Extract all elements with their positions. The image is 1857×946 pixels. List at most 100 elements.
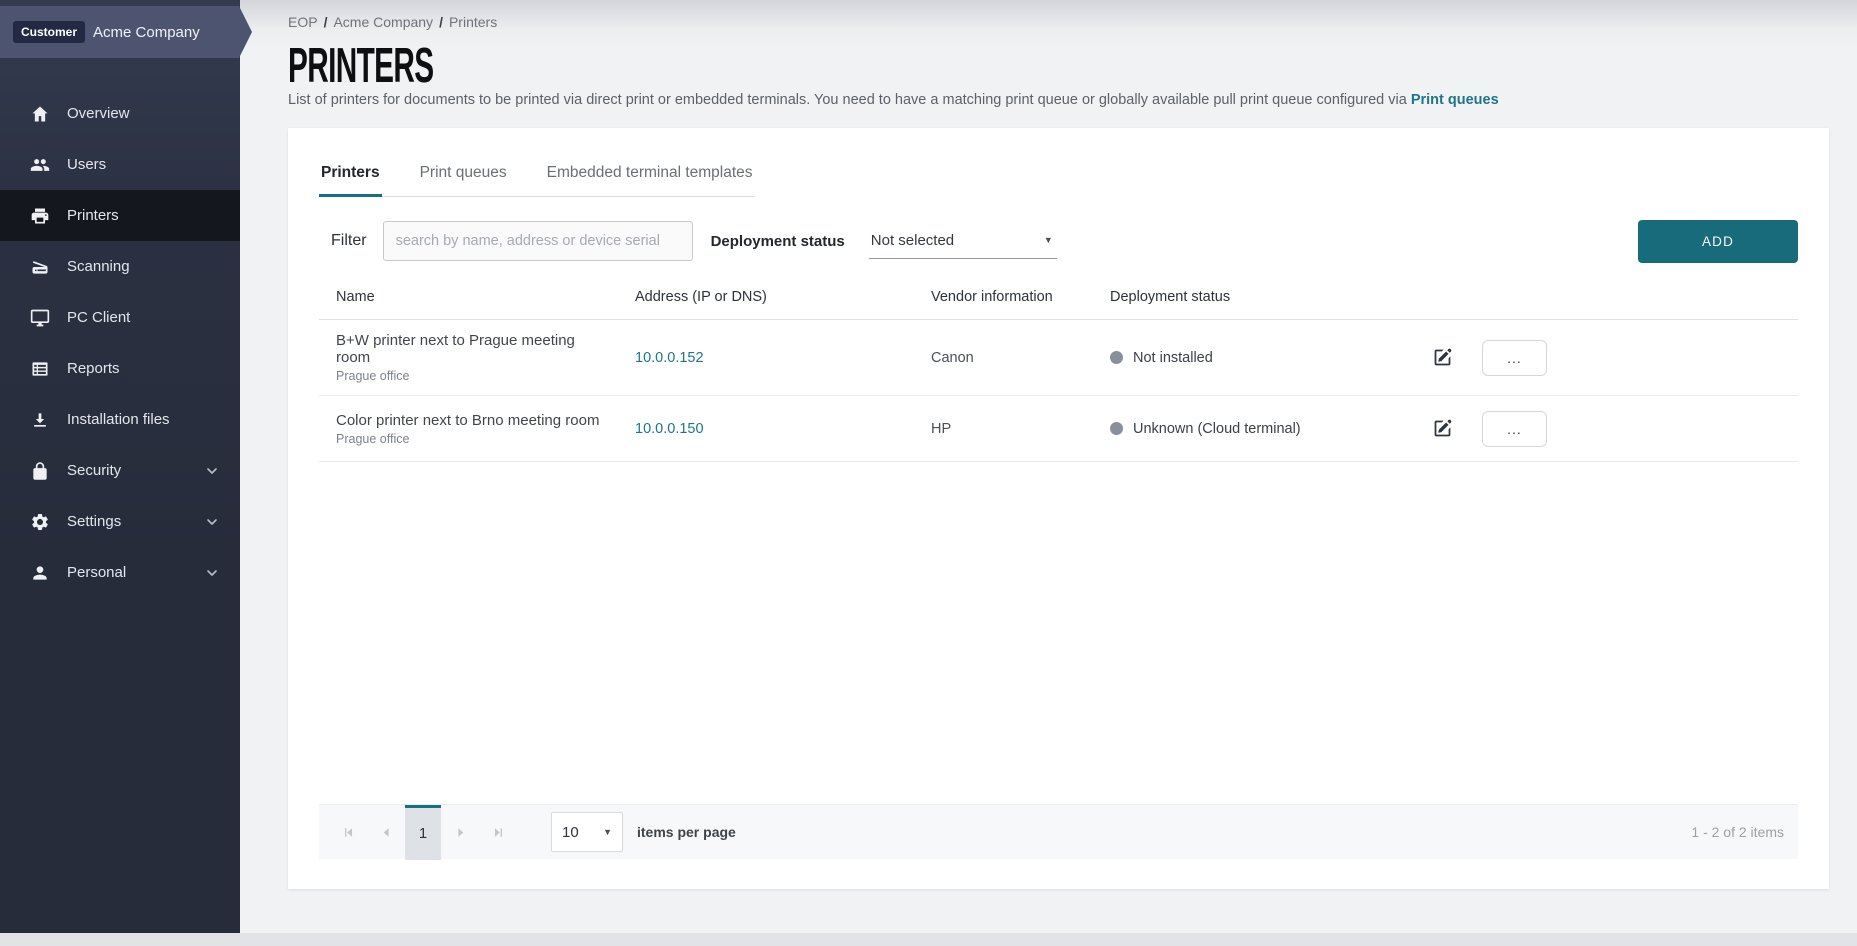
printer-location: Prague office	[336, 369, 610, 383]
tab-embedded-terminal-templates[interactable]: Embedded terminal templates	[545, 154, 755, 197]
sidebar-item-label: PC Client	[67, 309, 130, 326]
deployment-status-label: Deployment status	[711, 233, 845, 250]
gear-icon	[30, 512, 50, 532]
caret-down-icon: ▼	[1044, 235, 1053, 245]
breadcrumb-item-acme-company[interactable]: Acme Company	[333, 14, 433, 30]
deployment-status-value: Not installed	[1133, 350, 1213, 366]
first-page-icon	[340, 824, 357, 841]
sidebar-nav: Overview Users Printers Scanning PC Client Re…	[0, 88, 240, 598]
status-dot-icon	[1110, 422, 1123, 435]
caret-down-icon: ▼	[603, 827, 612, 837]
monitor-icon	[30, 308, 50, 328]
sidebar-item-printers[interactable]: Printers	[0, 190, 240, 241]
table-header-row: NameAddress (IP or DNS)Vendor informatio…	[319, 277, 1798, 320]
add-button[interactable]: ADD	[1638, 220, 1798, 263]
printer-vendor: Canon	[931, 350, 974, 366]
printers-table: NameAddress (IP or DNS)Vendor informatio…	[319, 277, 1798, 462]
page-size-value: 10	[562, 824, 579, 841]
edit-icon	[1432, 418, 1454, 439]
main-content: EOP / Acme Company / Printers PRINTERS List …	[240, 0, 1857, 933]
printer-address-link[interactable]: 10.0.0.150	[635, 421, 704, 437]
sidebar-item-installation-files[interactable]: Installation files	[0, 394, 240, 445]
deployment-status-select[interactable]: Not selected ▼	[869, 224, 1057, 259]
column-header-deployment-status: Deployment status	[1093, 277, 1415, 320]
chevron-down-icon	[204, 514, 220, 530]
row-menu-button[interactable]: ...	[1482, 411, 1547, 447]
status-dot-icon	[1110, 351, 1123, 364]
print-queues-link[interactable]: Print queues	[1411, 92, 1499, 108]
users-icon	[30, 155, 50, 175]
breadcrumb-separator: /	[439, 14, 443, 30]
breadcrumb-separator: /	[324, 14, 328, 30]
sidebar-item-overview[interactable]: Overview	[0, 88, 240, 139]
breadcrumb-item-eop[interactable]: EOP	[288, 14, 318, 30]
page-size-select[interactable]: 10 ▼	[551, 812, 623, 852]
search-input[interactable]	[383, 221, 693, 261]
scanner-icon	[30, 257, 50, 277]
reports-icon	[30, 359, 50, 379]
current-page-button[interactable]: 1	[405, 805, 441, 860]
lock-icon	[30, 461, 50, 481]
sidebar-item-label: Overview	[67, 105, 130, 122]
sidebar: Customer Acme Company OverviewUsersPrint…	[0, 0, 240, 946]
filter-row: Filter Deployment status Not selected ▼ …	[319, 219, 1798, 263]
chevron-down-icon	[204, 565, 220, 581]
pagination-range: 1 - 2 of 2 items	[1691, 824, 1784, 840]
sidebar-item-label: Printers	[67, 207, 119, 224]
sidebar-item-security[interactable]: Security	[0, 445, 240, 496]
printer-vendor: HP	[931, 421, 951, 437]
table-row: B+W printer next to Prague meeting roomP…	[319, 320, 1798, 396]
edit-printer-button[interactable]	[1432, 418, 1454, 440]
next-page-icon	[452, 824, 469, 841]
filter-label: Filter	[331, 232, 367, 250]
sidebar-item-label: Users	[67, 156, 106, 173]
first-page-button[interactable]	[329, 805, 367, 860]
printer-address-link[interactable]: 10.0.0.152	[635, 350, 704, 366]
breadcrumb: EOP / Acme Company / Printers	[288, 14, 1829, 30]
sidebar-item-personal[interactable]: Personal	[0, 547, 240, 598]
tab-printers[interactable]: Printers	[319, 154, 382, 197]
customer-ribbon: Customer Acme Company	[0, 6, 252, 58]
previous-page-icon	[378, 824, 395, 841]
edit-icon	[1432, 347, 1454, 368]
sidebar-item-settings[interactable]: Settings	[0, 496, 240, 547]
previous-page-button[interactable]	[367, 805, 405, 860]
chevron-down-icon	[204, 463, 220, 479]
deployment-status-value: Unknown (Cloud terminal)	[1133, 421, 1301, 437]
items-per-page-label: items per page	[637, 824, 736, 840]
app-window: Customer Acme Company Overview Users Print…	[0, 0, 1857, 946]
printer-icon	[30, 206, 50, 226]
sidebar-item-label: Scanning	[67, 258, 130, 275]
sidebar-item-label: Reports	[67, 360, 120, 377]
printer-location: Prague office	[336, 432, 610, 446]
tab-bar: Printers Print queues Embedded terminal te…	[319, 154, 755, 197]
bottom-strip	[0, 933, 1857, 946]
page-title: PRINTERS	[288, 38, 1829, 82]
sidebar-item-label: Installation files	[67, 411, 170, 428]
page-description-text: List of printers for documents to be pri…	[288, 92, 1411, 108]
tab-print-queues[interactable]: Print queues	[418, 154, 509, 197]
column-header-actions	[1415, 277, 1798, 320]
last-page-button[interactable]	[479, 805, 517, 860]
sidebar-item-label: Security	[67, 462, 121, 479]
person-icon	[30, 563, 50, 583]
breadcrumb-item-printers: Printers	[449, 14, 497, 30]
row-menu-button[interactable]: ...	[1482, 340, 1547, 376]
sidebar-item-label: Settings	[67, 513, 121, 530]
last-page-icon	[490, 824, 507, 841]
table-row: Color printer next to Brno meeting room P…	[319, 396, 1798, 462]
deployment-status-value: Not selected	[871, 232, 954, 249]
home-icon	[30, 104, 50, 124]
pagination-bar: 1 10 ▼ items per page 1 - 2 of 2 items	[319, 804, 1798, 859]
customer-name: Acme Company	[93, 24, 200, 41]
sidebar-item-scanning[interactable]: Scanning	[0, 241, 240, 292]
sidebar-item-pc-client[interactable]: PC Client	[0, 292, 240, 343]
edit-printer-button[interactable]	[1432, 347, 1454, 369]
page-description: List of printers for documents to be pri…	[288, 92, 1829, 108]
next-page-button[interactable]	[441, 805, 479, 860]
download-icon	[30, 410, 50, 430]
sidebar-item-label: Personal	[67, 564, 126, 581]
sidebar-item-reports[interactable]: Reports	[0, 343, 240, 394]
sidebar-item-users[interactable]: Users	[0, 139, 240, 190]
printer-name: Color printer next to Brno meeting room	[336, 412, 610, 429]
